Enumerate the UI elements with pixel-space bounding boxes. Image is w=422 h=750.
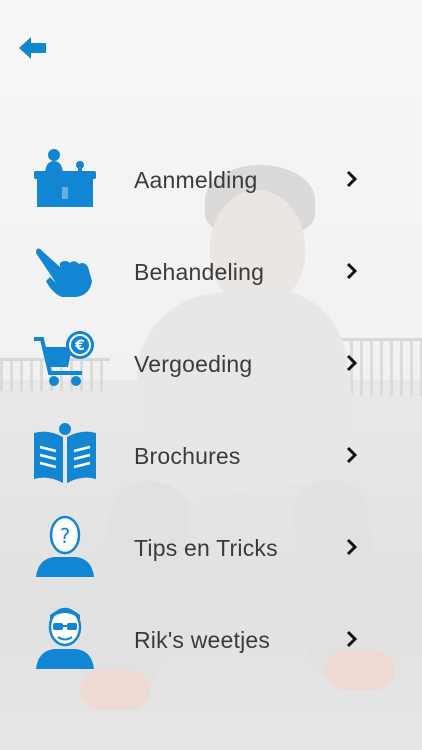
- reception-desk-icon: [34, 149, 96, 207]
- svg-text:€: €: [74, 338, 85, 354]
- chevron-right-icon: [346, 262, 358, 280]
- back-button[interactable]: [18, 36, 48, 60]
- open-book-info-icon: [34, 423, 96, 483]
- menu-item-label: Aanmelding: [134, 167, 258, 193]
- person-question-icon: ?: [36, 515, 94, 577]
- chevron-right-icon: [346, 446, 358, 464]
- svg-text:?: ?: [60, 524, 71, 548]
- chevron-right-icon: [346, 354, 358, 372]
- menu-item-tips-en-tricks[interactable]: ? Tips en Tricks: [0, 503, 422, 595]
- menu-item-behandeling[interactable]: Behandeling: [0, 227, 422, 319]
- arrow-left-icon: [19, 37, 46, 59]
- menu-item-label: Behandeling: [134, 259, 265, 285]
- menu-item-aanmelding[interactable]: Aanmelding: [0, 135, 422, 227]
- menu-item-label: Brochures: [134, 443, 241, 469]
- chevron-right-icon: [346, 170, 358, 188]
- menu-item-vergoeding[interactable]: € Vergoeding: [0, 319, 422, 411]
- chevron-right-icon: [346, 538, 358, 556]
- pointing-hand-icon: [36, 248, 92, 297]
- person-glasses-icon: [36, 607, 94, 669]
- menu-item-label: Tips en Tricks: [134, 535, 278, 561]
- menu-item-brochures[interactable]: Brochures: [0, 411, 422, 503]
- shopping-cart-euro-icon: €: [34, 331, 94, 386]
- menu-item-riks-weetjes[interactable]: Rik's weetjes: [0, 595, 422, 687]
- menu-item-label: Vergoeding: [134, 351, 253, 377]
- chevron-right-icon: [346, 630, 358, 648]
- menu-item-label: Rik's weetjes: [134, 627, 271, 653]
